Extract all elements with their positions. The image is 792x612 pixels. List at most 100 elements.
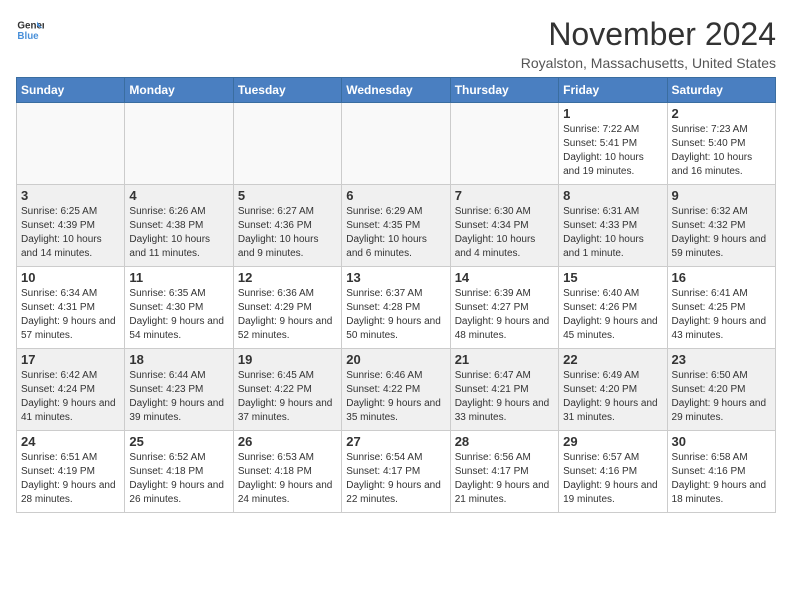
calendar-cell: 25 Sunrise: 6:52 AMSunset: 4:18 PMDayligh… bbox=[125, 431, 233, 513]
calendar-cell: 29Sunrise: 6:57 AMSunset: 4:16 PMDayligh… bbox=[559, 431, 667, 513]
cell-content: Sunset: 4:22 PM bbox=[238, 383, 337, 397]
cell-content: Sunset: 4:32 PM bbox=[672, 219, 771, 233]
cell-content: Sunrise: 6:49 AM bbox=[563, 369, 662, 383]
day-number: 5 bbox=[238, 188, 337, 203]
calendar-cell: 9Sunrise: 6:32 AMSunset: 4:32 PMDaylight… bbox=[667, 185, 775, 267]
cell-content: Daylight: 9 hours and 24 minutes. bbox=[238, 479, 337, 507]
calendar-cell: 17Sunrise: 6:42 AMSunset: 4:24 PMDayligh… bbox=[17, 349, 125, 431]
cell-content: Sunset: 4:31 PM bbox=[21, 301, 120, 315]
cell-content: Sunset: 4:18 PM bbox=[238, 465, 337, 479]
calendar-cell: 8Sunrise: 6:31 AMSunset: 4:33 PMDaylight… bbox=[559, 185, 667, 267]
calendar-week-4: 17Sunrise: 6:42 AMSunset: 4:24 PMDayligh… bbox=[17, 349, 776, 431]
cell-content: Sunset: 4:17 PM bbox=[346, 465, 445, 479]
cell-content: Sunset: 4:22 PM bbox=[346, 383, 445, 397]
day-number: 6 bbox=[346, 188, 445, 203]
calendar-cell: 7Sunrise: 6:30 AMSunset: 4:34 PMDaylight… bbox=[450, 185, 558, 267]
calendar-cell: 21Sunrise: 6:47 AMSunset: 4:21 PMDayligh… bbox=[450, 349, 558, 431]
day-number: 27 bbox=[346, 434, 445, 449]
day-number: 3 bbox=[21, 188, 120, 203]
calendar-cell bbox=[450, 103, 558, 185]
calendar-week-3: 10Sunrise: 6:34 AMSunset: 4:31 PMDayligh… bbox=[17, 267, 776, 349]
calendar-cell: 11Sunrise: 6:35 AMSunset: 4:30 PMDayligh… bbox=[125, 267, 233, 349]
col-sunday: Sunday bbox=[17, 78, 125, 103]
calendar-cell bbox=[233, 103, 341, 185]
cell-content: Daylight: 9 hours and 41 minutes. bbox=[21, 397, 120, 425]
svg-text:Blue: Blue bbox=[17, 31, 39, 42]
cell-content: Sunset: 4:27 PM bbox=[455, 301, 554, 315]
day-number: 21 bbox=[455, 352, 554, 367]
cell-content: Sunset: 4:21 PM bbox=[455, 383, 554, 397]
cell-content: Daylight: 9 hours and 26 minutes. bbox=[129, 479, 228, 507]
calendar-cell bbox=[17, 103, 125, 185]
calendar-week-2: 3Sunrise: 6:25 AMSunset: 4:39 PMDaylight… bbox=[17, 185, 776, 267]
cell-content: Daylight: 10 hours and 4 minutes. bbox=[455, 233, 554, 261]
calendar-cell: 4Sunrise: 6:26 AMSunset: 4:38 PMDaylight… bbox=[125, 185, 233, 267]
cell-content: Daylight: 10 hours and 1 minute. bbox=[563, 233, 662, 261]
cell-content: Sunrise: 6:36 AM bbox=[238, 287, 337, 301]
cell-content: Sunset: 4:38 PM bbox=[129, 219, 228, 233]
cell-content: Sunset: 4:25 PM bbox=[672, 301, 771, 315]
cell-content: Sunrise: 6:58 AM bbox=[672, 451, 771, 465]
cell-content: Daylight: 9 hours and 43 minutes. bbox=[672, 315, 771, 343]
col-thursday: Thursday bbox=[450, 78, 558, 103]
calendar-cell: 1 Sunrise: 7:22 AMSunset: 5:41 PMDaylight… bbox=[559, 103, 667, 185]
day-number: 11 bbox=[129, 270, 228, 285]
calendar-cell: 15Sunrise: 6:40 AMSunset: 4:26 PMDayligh… bbox=[559, 267, 667, 349]
cell-content: Daylight: 10 hours and 19 minutes. bbox=[563, 151, 662, 179]
cell-content: Sunrise: 7:23 AM bbox=[672, 123, 771, 137]
month-title: November 2024 bbox=[521, 16, 776, 53]
cell-content: Sunset: 4:34 PM bbox=[455, 219, 554, 233]
cell-content: Daylight: 9 hours and 28 minutes. bbox=[21, 479, 120, 507]
calendar-cell: 5 Sunrise: 6:27 AMSunset: 4:36 PMDaylight… bbox=[233, 185, 341, 267]
cell-content: Sunrise: 6:29 AM bbox=[346, 205, 445, 219]
cell-content: Sunrise: 6:31 AM bbox=[563, 205, 662, 219]
day-number: 26 bbox=[238, 434, 337, 449]
day-number: 25 bbox=[129, 434, 228, 449]
cell-content: Daylight: 9 hours and 59 minutes. bbox=[672, 233, 771, 261]
cell-content: Daylight: 9 hours and 19 minutes. bbox=[563, 479, 662, 507]
cell-content: Daylight: 9 hours and 45 minutes. bbox=[563, 315, 662, 343]
cell-content: Sunrise: 6:52 AM bbox=[129, 451, 228, 465]
calendar-cell: 19 Sunrise: 6:45 AMSunset: 4:22 PMDayligh… bbox=[233, 349, 341, 431]
calendar-cell: 26 Sunrise: 6:53 AMSunset: 4:18 PMDayligh… bbox=[233, 431, 341, 513]
calendar-cell bbox=[342, 103, 450, 185]
cell-content: Sunrise: 7:22 AM bbox=[563, 123, 662, 137]
cell-content: Sunrise: 6:27 AM bbox=[238, 205, 337, 219]
cell-content: Daylight: 9 hours and 52 minutes. bbox=[238, 315, 337, 343]
cell-content: Sunset: 4:18 PM bbox=[129, 465, 228, 479]
calendar-cell bbox=[125, 103, 233, 185]
day-number: 10 bbox=[21, 270, 120, 285]
day-number: 12 bbox=[238, 270, 337, 285]
cell-content: Daylight: 9 hours and 37 minutes. bbox=[238, 397, 337, 425]
cell-content: Sunrise: 6:53 AM bbox=[238, 451, 337, 465]
cell-content: Sunset: 5:41 PM bbox=[563, 137, 662, 151]
calendar-week-5: 24Sunrise: 6:51 AMSunset: 4:19 PMDayligh… bbox=[17, 431, 776, 513]
calendar-page: General Blue November 2024 Royalston, Ma… bbox=[0, 0, 792, 521]
cell-content: Daylight: 10 hours and 9 minutes. bbox=[238, 233, 337, 261]
calendar-cell: 22Sunrise: 6:49 AMSunset: 4:20 PMDayligh… bbox=[559, 349, 667, 431]
cell-content: Sunset: 4:24 PM bbox=[21, 383, 120, 397]
cell-content: Daylight: 10 hours and 6 minutes. bbox=[346, 233, 445, 261]
cell-content: Sunrise: 6:25 AM bbox=[21, 205, 120, 219]
calendar-cell: 10Sunrise: 6:34 AMSunset: 4:31 PMDayligh… bbox=[17, 267, 125, 349]
calendar-cell: 13Sunrise: 6:37 AMSunset: 4:28 PMDayligh… bbox=[342, 267, 450, 349]
day-number: 1 bbox=[563, 106, 662, 121]
cell-content: Daylight: 9 hours and 31 minutes. bbox=[563, 397, 662, 425]
calendar-cell: 18Sunrise: 6:44 AMSunset: 4:23 PMDayligh… bbox=[125, 349, 233, 431]
cell-content: Sunset: 4:16 PM bbox=[563, 465, 662, 479]
cell-content: Sunrise: 6:35 AM bbox=[129, 287, 228, 301]
cell-content: Sunset: 4:28 PM bbox=[346, 301, 445, 315]
col-saturday: Saturday bbox=[667, 78, 775, 103]
cell-content: Daylight: 9 hours and 35 minutes. bbox=[346, 397, 445, 425]
cell-content: Sunrise: 6:42 AM bbox=[21, 369, 120, 383]
cell-content: Sunset: 4:16 PM bbox=[672, 465, 771, 479]
cell-content: Daylight: 9 hours and 39 minutes. bbox=[129, 397, 228, 425]
cell-content: Sunrise: 6:32 AM bbox=[672, 205, 771, 219]
cell-content: Sunrise: 6:45 AM bbox=[238, 369, 337, 383]
cell-content: Daylight: 9 hours and 22 minutes. bbox=[346, 479, 445, 507]
cell-content: Sunset: 4:36 PM bbox=[238, 219, 337, 233]
cell-content: Daylight: 9 hours and 18 minutes. bbox=[672, 479, 771, 507]
calendar-table: Sunday Monday Tuesday Wednesday Thursday… bbox=[16, 77, 776, 513]
calendar-cell: 2Sunrise: 7:23 AMSunset: 5:40 PMDaylight… bbox=[667, 103, 775, 185]
day-number: 19 bbox=[238, 352, 337, 367]
